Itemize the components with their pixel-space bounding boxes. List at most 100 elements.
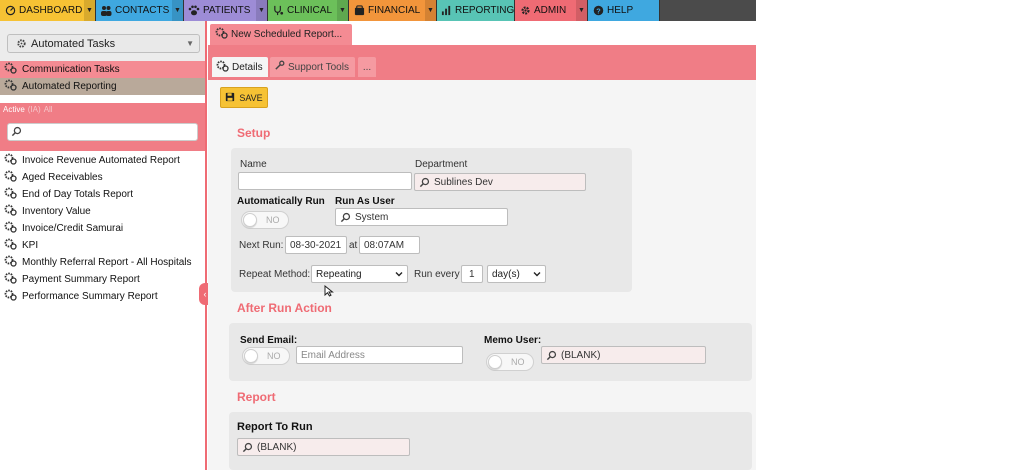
- list-item-label: Payment Summary Report: [22, 274, 140, 285]
- tab-details-label: Details: [232, 61, 263, 73]
- tab-more[interactable]: ...: [358, 57, 376, 77]
- floppy-disk-icon: [225, 92, 235, 104]
- task-icon: [4, 289, 17, 304]
- chevron-down-icon[interactable]: ▼: [84, 0, 95, 21]
- name-label: Name: [240, 159, 267, 170]
- sidebar-search-input[interactable]: [7, 123, 198, 141]
- chevron-down-icon[interactable]: ▼: [256, 0, 267, 21]
- search-icon: [11, 126, 22, 140]
- list-item-label: Invoice Revenue Automated Report: [22, 155, 180, 166]
- nav-tab-reporting[interactable]: REPORTING: [437, 0, 515, 21]
- sidebar-category-communication-tasks[interactable]: Communication Tasks: [0, 61, 205, 78]
- run-every-input[interactable]: 1: [461, 265, 483, 283]
- chevron-down-icon[interactable]: ▼: [576, 0, 587, 21]
- list-item[interactable]: Payment Summary Report: [0, 271, 205, 288]
- nav-tab-contacts[interactable]: CONTACTS ▼: [96, 0, 184, 21]
- mouse-cursor-icon: [324, 284, 334, 297]
- send-email-toggle[interactable]: NO: [242, 347, 290, 365]
- next-run-time-input[interactable]: 08:07AM: [359, 236, 420, 254]
- after-run-panel: Send Email: NO Email Address Memo User: …: [229, 323, 752, 381]
- run-every-unit-value: day(s): [492, 268, 520, 280]
- money-icon: [353, 5, 365, 17]
- nav-tab-label: DASHBOARD: [19, 5, 83, 16]
- tab-details[interactable]: Details: [212, 57, 268, 77]
- list-item-label: Aged Receivables: [22, 172, 103, 183]
- nav-tab-patients[interactable]: PATIENTS ▼: [184, 0, 268, 21]
- filter-links: Active (IA) All: [3, 105, 53, 114]
- tab-support-tools[interactable]: Support Tools: [270, 57, 355, 77]
- email-address-input[interactable]: Email Address: [296, 346, 463, 364]
- list-item[interactable]: KPI: [0, 237, 205, 254]
- list-item-label: Inventory Value: [22, 206, 91, 217]
- memo-user-label: Memo User:: [484, 335, 542, 346]
- module-select[interactable]: Automated Tasks ▼: [7, 34, 200, 53]
- list-item-label: End of Day Totals Report: [22, 189, 133, 200]
- toggle-state: NO: [266, 215, 280, 225]
- app-window: DASHBOARD ▼ CONTACTS ▼ PATIENTS ▼ CLINIC…: [0, 0, 1030, 470]
- tab-support-tools-label: Support Tools: [288, 61, 349, 73]
- task-icon: [4, 187, 17, 202]
- list-item-label: Monthly Referral Report - All Hospitals: [22, 257, 192, 268]
- automated-tasks-icon: [16, 38, 27, 49]
- list-item[interactable]: Invoice Revenue Automated Report: [0, 152, 205, 169]
- filter-active[interactable]: Active: [3, 105, 25, 114]
- repeat-method-select[interactable]: Repeating: [311, 265, 408, 283]
- chevron-left-icon: ‹: [203, 289, 207, 299]
- sidebar: Automated Tasks ▼ Communication Tasks Au…: [0, 21, 207, 470]
- department-lookup[interactable]: Sublines Dev: [414, 173, 586, 191]
- task-icon: [216, 60, 229, 75]
- subtab-bar: Details Support Tools ...: [208, 45, 756, 80]
- nav-tab-admin[interactable]: ADMIN ▼: [515, 0, 588, 21]
- nav-tab-financial[interactable]: FINANCIAL ▼: [349, 0, 437, 21]
- save-button-label: SAVE: [239, 92, 263, 103]
- sidebar-category-label: Communication Tasks: [22, 64, 120, 75]
- send-email-label: Send Email:: [240, 335, 298, 346]
- run-every-unit-select[interactable]: day(s): [487, 265, 546, 283]
- outer-blank-area: [756, 0, 1030, 470]
- chevron-down-icon: [394, 269, 404, 282]
- list-item[interactable]: Inventory Value: [0, 203, 205, 220]
- top-navigation: DASHBOARD ▼ CONTACTS ▼ PATIENTS ▼ CLINIC…: [0, 0, 756, 21]
- chevron-down-icon[interactable]: ▼: [425, 0, 436, 21]
- chevron-down-icon[interactable]: ▼: [172, 0, 183, 21]
- report-list: Invoice Revenue Automated Report Aged Re…: [0, 152, 205, 305]
- task-icon: [4, 79, 17, 94]
- list-item[interactable]: Monthly Referral Report - All Hospitals: [0, 254, 205, 271]
- nav-tab-clinical[interactable]: CLINICAL ▼: [268, 0, 349, 21]
- toggle-knob: [244, 349, 258, 363]
- sidebar-category-label: Automated Reporting: [22, 81, 117, 92]
- wrench-icon: [274, 60, 285, 74]
- report-to-run-lookup[interactable]: (BLANK): [237, 438, 410, 456]
- auto-run-toggle[interactable]: NO: [241, 211, 289, 229]
- list-item[interactable]: End of Day Totals Report: [0, 186, 205, 203]
- document-tab-new-scheduled-report[interactable]: New Scheduled Report...: [210, 24, 352, 45]
- setup-panel: Name Department Sublines Dev Automatical…: [231, 148, 632, 292]
- list-item-label: Invoice/Credit Samurai: [22, 223, 124, 234]
- nav-tab-dashboard[interactable]: DASHBOARD ▼: [0, 0, 96, 21]
- save-button[interactable]: SAVE: [220, 87, 268, 108]
- chevron-down-icon[interactable]: ▼: [337, 0, 348, 21]
- list-item[interactable]: Performance Summary Report: [0, 288, 205, 305]
- run-as-user-lookup[interactable]: System: [335, 208, 508, 226]
- module-select-value: Automated Tasks: [31, 37, 116, 50]
- toggle-knob: [243, 213, 257, 227]
- section-title-after-run-action: After Run Action: [237, 301, 332, 315]
- name-input[interactable]: [238, 172, 412, 190]
- memo-user-toggle[interactable]: NO: [486, 353, 534, 371]
- document-tab-label: New Scheduled Report...: [231, 29, 343, 40]
- list-item[interactable]: Aged Receivables: [0, 169, 205, 186]
- filter-inactive[interactable]: (IA): [28, 105, 41, 114]
- nav-tab-label: FINANCIAL: [368, 5, 421, 16]
- chevron-down-icon: [532, 269, 542, 282]
- sidebar-category-automated-reporting[interactable]: Automated Reporting: [0, 78, 205, 95]
- next-run-label: Next Run:: [239, 240, 284, 251]
- memo-user-lookup[interactable]: (BLANK): [541, 346, 706, 364]
- nav-tab-help[interactable]: ? HELP: [588, 0, 660, 21]
- task-icon: [4, 221, 17, 236]
- nav-tab-label: PATIENTS: [203, 5, 251, 16]
- next-run-date-input[interactable]: 08-30-2021: [285, 236, 347, 254]
- search-icon: [546, 350, 557, 364]
- list-item[interactable]: Invoice/Credit Samurai: [0, 220, 205, 237]
- repeat-method-value: Repeating: [316, 268, 362, 280]
- filter-all[interactable]: All: [44, 105, 53, 114]
